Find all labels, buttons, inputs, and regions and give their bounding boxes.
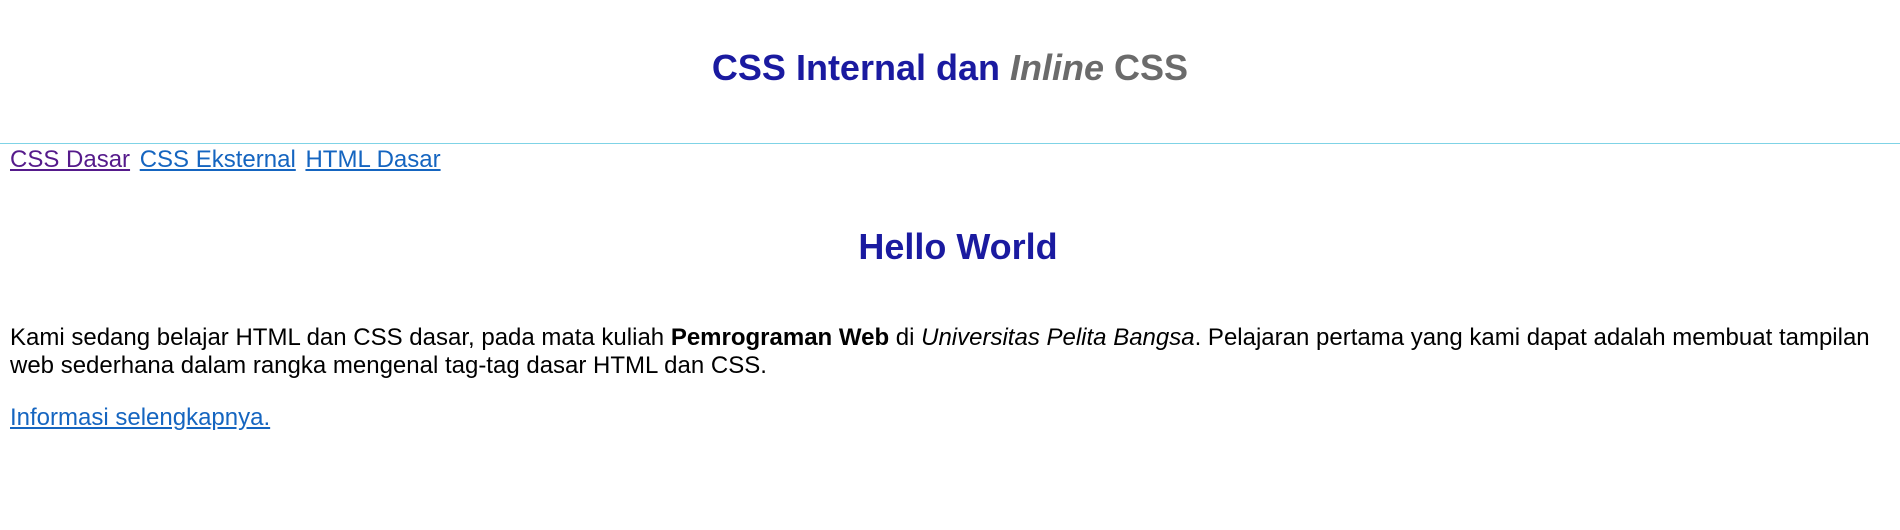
- paragraph-italic-university: Universitas Pelita Bangsa: [921, 324, 1195, 351]
- page-title-main: CSS Internal dan: [711, 47, 1000, 88]
- nav-link-css-eksternal[interactable]: CSS Eksternal: [140, 146, 296, 173]
- intro-paragraph: Kami sedang belajar HTML dan CSS dasar, …: [10, 324, 1890, 380]
- page-title-css-word: CSS: [1114, 47, 1189, 88]
- more-info-link[interactable]: Informasi selengkapnya.: [10, 404, 270, 432]
- paragraph-text-1: Kami sedang belajar HTML dan CSS dasar, …: [10, 324, 671, 351]
- page-title: CSS Internal dan Inline CSS: [0, 46, 1900, 90]
- nav-link-css-dasar[interactable]: CSS Dasar: [10, 146, 130, 173]
- page: CSS Internal dan Inline CSS CSS Dasar CS…: [0, 0, 1900, 530]
- section-heading: Hello World: [858, 226, 1058, 267]
- nav-link-html-dasar[interactable]: HTML Dasar: [305, 146, 440, 173]
- paragraph-text-2: di: [889, 324, 922, 351]
- header-divider: [0, 143, 1900, 144]
- page-title-inline-word: Inline: [1010, 47, 1105, 88]
- paragraph-bold-course: Pemrograman Web: [670, 324, 890, 351]
- nav-links: CSS Dasar CSS Eksternal HTML Dasar: [10, 146, 444, 174]
